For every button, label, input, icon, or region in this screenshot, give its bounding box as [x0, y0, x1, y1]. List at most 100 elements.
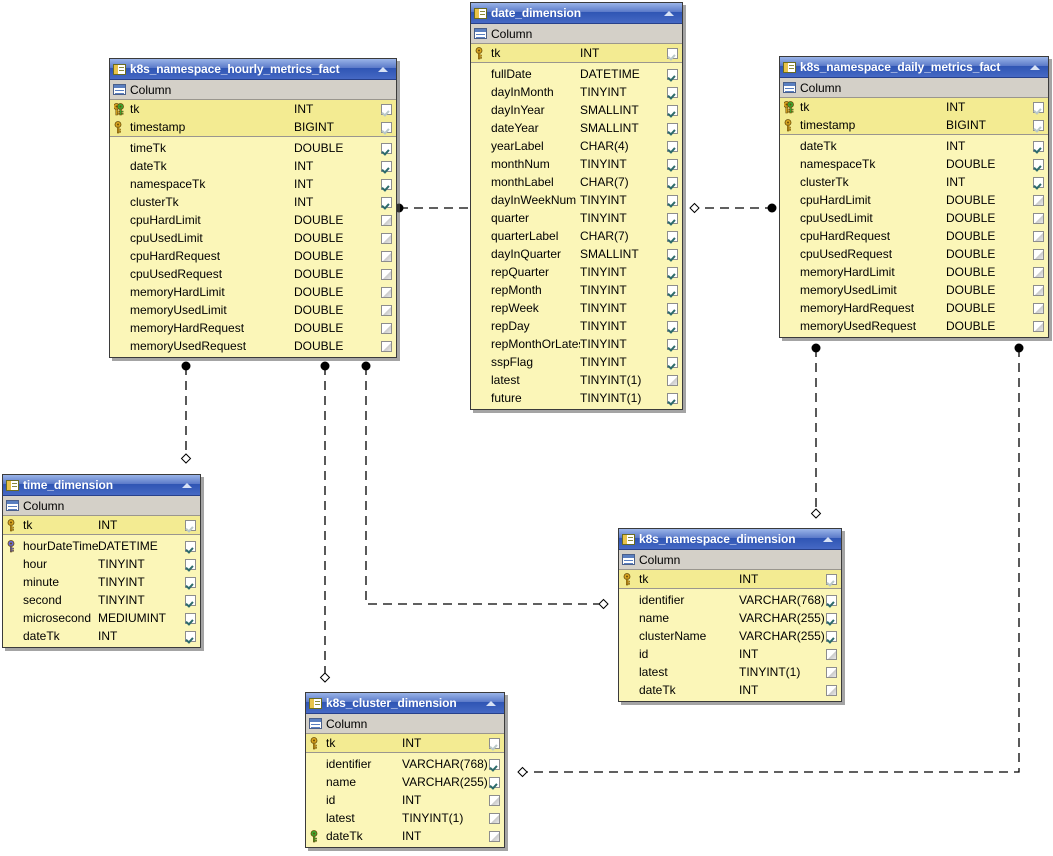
column-checkbox[interactable] — [380, 196, 392, 208]
column-checkbox[interactable] — [488, 830, 500, 842]
column-checkbox[interactable] — [488, 776, 500, 788]
column-checkbox[interactable] — [184, 558, 196, 570]
column-checkbox[interactable] — [825, 648, 837, 660]
column-row[interactable]: memoryUsedLimit DOUBLE — [780, 281, 1048, 299]
column-checkbox[interactable] — [666, 212, 678, 224]
column-checkbox[interactable] — [1032, 101, 1044, 113]
column-checkbox[interactable] — [666, 230, 678, 242]
table-date_dimension[interactable]: date_dimension Column tk INT fullDate DATETIM… — [470, 2, 683, 410]
column-row[interactable]: cpuHardRequest DOUBLE — [780, 227, 1048, 245]
column-row[interactable]: identifier VARCHAR(768) — [306, 755, 504, 773]
column-row[interactable]: namespaceTk INT — [110, 175, 396, 193]
column-row[interactable]: sspFlag TINYINT — [471, 353, 682, 371]
column-row[interactable]: memoryUsedLimit DOUBLE — [110, 301, 396, 319]
column-row[interactable]: cpuUsedRequest DOUBLE — [110, 265, 396, 283]
column-row[interactable]: timestamp BIGINT — [780, 116, 1048, 134]
column-checkbox[interactable] — [1032, 284, 1044, 296]
column-checkbox[interactable] — [1032, 248, 1044, 260]
column-row[interactable]: monthLabel CHAR(7) — [471, 173, 682, 191]
table-k8s_namespace_hourly_metrics_fact[interactable]: k8s_namespace_hourly_metrics_fact Column t… — [109, 58, 397, 358]
column-row[interactable]: memoryHardRequest DOUBLE — [780, 299, 1048, 317]
column-row[interactable]: clusterName VARCHAR(255) — [619, 627, 841, 645]
column-checkbox[interactable] — [825, 573, 837, 585]
column-row[interactable]: tk INT — [3, 516, 200, 534]
column-row[interactable]: name VARCHAR(255) — [619, 609, 841, 627]
column-row[interactable]: quarter TINYINT — [471, 209, 682, 227]
column-row[interactable]: dateTk INT — [3, 627, 200, 645]
table-header[interactable]: time_dimension — [3, 475, 200, 496]
column-row[interactable]: name VARCHAR(255) — [306, 773, 504, 791]
column-row[interactable]: dayInYear SMALLINT — [471, 101, 682, 119]
column-checkbox[interactable] — [380, 160, 392, 172]
column-checkbox[interactable] — [380, 178, 392, 190]
column-checkbox[interactable] — [666, 374, 678, 386]
column-row[interactable]: dateTk INT — [306, 827, 504, 845]
column-row[interactable]: timestamp BIGINT — [110, 118, 396, 136]
column-row[interactable]: dateTk INT — [780, 137, 1048, 155]
column-checkbox[interactable] — [380, 286, 392, 298]
column-row[interactable]: namespaceTk DOUBLE — [780, 155, 1048, 173]
column-row[interactable]: memoryHardLimit DOUBLE — [780, 263, 1048, 281]
column-checkbox[interactable] — [1032, 212, 1044, 224]
column-row[interactable]: fullDate DATETIME — [471, 65, 682, 83]
column-row[interactable]: repQuarter TINYINT — [471, 263, 682, 281]
column-row[interactable]: memoryHardRequest DOUBLE — [110, 319, 396, 337]
column-checkbox[interactable] — [184, 576, 196, 588]
column-row[interactable]: identifier VARCHAR(768) — [619, 591, 841, 609]
table-header[interactable]: k8s_namespace_dimension — [619, 529, 841, 550]
column-checkbox[interactable] — [825, 630, 837, 642]
table-header[interactable]: k8s_namespace_daily_metrics_fact — [780, 57, 1048, 78]
column-row[interactable]: id INT — [619, 645, 841, 663]
column-row[interactable]: latest TINYINT(1) — [306, 809, 504, 827]
table-header[interactable]: k8s_cluster_dimension — [306, 693, 504, 714]
column-row[interactable]: dateTk INT — [619, 681, 841, 699]
column-checkbox[interactable] — [380, 103, 392, 115]
column-checkbox[interactable] — [666, 158, 678, 170]
column-row[interactable]: clusterTk INT — [110, 193, 396, 211]
column-row[interactable]: yearLabel CHAR(4) — [471, 137, 682, 155]
column-checkbox[interactable] — [1032, 320, 1044, 332]
column-row[interactable]: id INT — [306, 791, 504, 809]
column-row[interactable]: memoryUsedRequest DOUBLE — [110, 337, 396, 355]
column-checkbox[interactable] — [380, 232, 392, 244]
column-row[interactable]: repDay TINYINT — [471, 317, 682, 335]
column-checkbox[interactable] — [184, 630, 196, 642]
column-checkbox[interactable] — [1032, 194, 1044, 206]
column-checkbox[interactable] — [380, 322, 392, 334]
column-checkbox[interactable] — [666, 47, 678, 59]
column-row[interactable]: cpuHardRequest DOUBLE — [110, 247, 396, 265]
column-row[interactable]: dayInQuarter SMALLINT — [471, 245, 682, 263]
column-row[interactable]: minute TINYINT — [3, 573, 200, 591]
column-row[interactable]: cpuUsedLimit DOUBLE — [110, 229, 396, 247]
column-checkbox[interactable] — [666, 86, 678, 98]
column-checkbox[interactable] — [1032, 158, 1044, 170]
column-row[interactable]: hourDateTime DATETIME — [3, 537, 200, 555]
column-checkbox[interactable] — [825, 612, 837, 624]
table-header[interactable]: date_dimension — [471, 3, 682, 24]
column-row[interactable]: repMonthOrLatest TINYINT — [471, 335, 682, 353]
column-row[interactable]: tk INT — [780, 98, 1048, 116]
column-row[interactable]: cpuHardLimit DOUBLE — [110, 211, 396, 229]
column-checkbox[interactable] — [666, 68, 678, 80]
column-checkbox[interactable] — [666, 122, 678, 134]
column-row[interactable]: second TINYINT — [3, 591, 200, 609]
column-checkbox[interactable] — [380, 142, 392, 154]
column-checkbox[interactable] — [666, 104, 678, 116]
column-checkbox[interactable] — [825, 666, 837, 678]
eer-diagram-canvas[interactable]: k8s_namespace_hourly_metrics_fact Column t… — [0, 0, 1053, 856]
column-row[interactable]: dateTk INT — [110, 157, 396, 175]
column-row[interactable]: microsecond MEDIUMINT — [3, 609, 200, 627]
column-row[interactable]: repMonth TINYINT — [471, 281, 682, 299]
column-checkbox[interactable] — [666, 248, 678, 260]
column-row[interactable]: cpuUsedRequest DOUBLE — [780, 245, 1048, 263]
column-row[interactable]: monthNum TINYINT — [471, 155, 682, 173]
column-row[interactable]: latest TINYINT(1) — [471, 371, 682, 389]
column-checkbox[interactable] — [380, 304, 392, 316]
column-checkbox[interactable] — [1032, 119, 1044, 131]
column-checkbox[interactable] — [184, 519, 196, 531]
column-row[interactable]: hour TINYINT — [3, 555, 200, 573]
column-checkbox[interactable] — [666, 140, 678, 152]
column-checkbox[interactable] — [1032, 266, 1044, 278]
column-checkbox[interactable] — [666, 302, 678, 314]
column-row[interactable]: dateYear SMALLINT — [471, 119, 682, 137]
